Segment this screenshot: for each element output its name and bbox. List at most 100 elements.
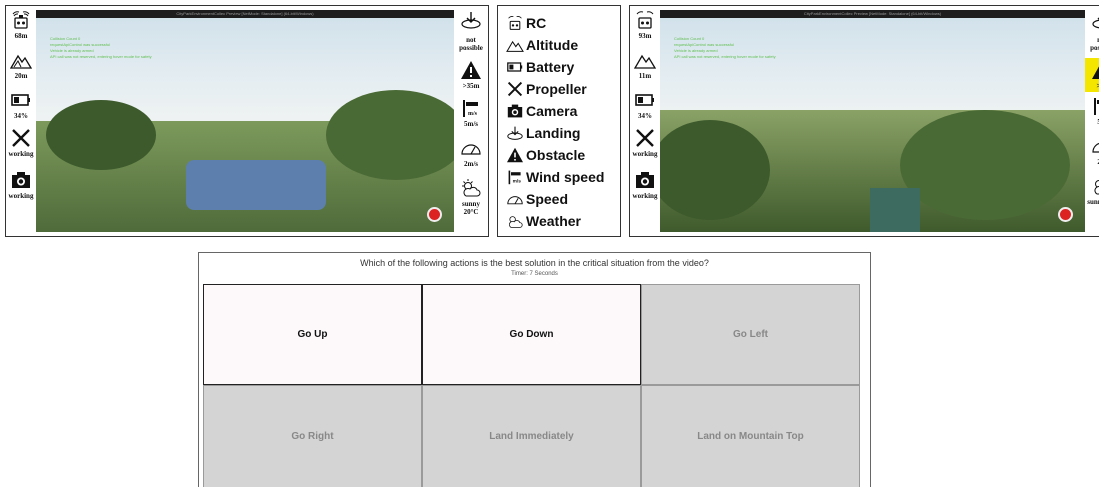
option-go-left-button[interactable]: Go Left [641, 284, 860, 385]
weather-icon [1094, 180, 1099, 195]
propeller-icon [12, 129, 30, 147]
video-window-title: CityParkEnvironmentCollec Preview [NetMo… [660, 10, 1085, 18]
speedometer-icon [461, 144, 481, 155]
camera-icon [12, 172, 30, 188]
hud-right-panel: 93m 11m 34% working working CityParkEnvi… [629, 5, 1099, 237]
log-line: API call was not reserved, entering hove… [50, 54, 152, 59]
legend-item-rc: RC [498, 12, 620, 34]
legend-item-propeller: Propeller [498, 78, 620, 100]
propeller-status-value: working [8, 150, 34, 158]
video-log: Collision Count 0 requestApiControl was … [50, 36, 152, 60]
legend-item-camera: Camera [498, 100, 620, 122]
weather-value: sunny 20° [1087, 198, 1099, 206]
rc-distance-value: 93m [638, 32, 652, 40]
camera-status-value: working [8, 192, 34, 200]
altitude-mountain-icon [634, 54, 656, 69]
wind-speed-value: 5m/s [464, 120, 478, 128]
speedometer-icon [507, 196, 523, 205]
legend-item-wind-speed: m/s Wind speed [498, 166, 620, 188]
obstacle-warning-highlight: >35 [1085, 58, 1099, 92]
option-go-down-button[interactable]: Go Down [422, 284, 641, 385]
obstacle-warning-icon [461, 61, 481, 79]
legend-label: RC [526, 15, 547, 31]
rc-controller-icon [636, 11, 654, 29]
right-status-column: not possible >35 5m 2m sunny 20° [1085, 6, 1099, 236]
landing-icon [507, 126, 523, 140]
quiz-timer: Timer: 7 Seconds [511, 271, 558, 277]
legend-item-battery: Battery [498, 56, 620, 78]
wind-speed-icon: m/s [508, 170, 522, 185]
landing-status-value: not possible [459, 36, 483, 52]
battery-icon [507, 62, 523, 72]
obstacle-distance-value: >35 [1085, 82, 1099, 90]
rc-distance-value: 68m [14, 32, 28, 40]
weather-value: sunny 20°C [462, 200, 480, 216]
landing-icon [461, 12, 481, 29]
legend-label: Battery [526, 59, 575, 75]
left-status-column: 93m 11m 34% working working [630, 6, 660, 236]
video-log: Collision Count 0 requestApiControl was … [674, 36, 776, 60]
legend-item-weather: Weather [498, 210, 620, 232]
landing-icon [1092, 17, 1099, 29]
legend-label: Wind speed [526, 169, 605, 185]
altitude-value: 11m [638, 72, 652, 80]
legend-label: Weather [526, 213, 581, 229]
drone-video-feed-left: CityParkEnvironmentCollec Preview [NetMo… [36, 10, 454, 232]
drone-video-feed-right: CityParkEnvironmentCollec Preview [NetMo… [660, 10, 1085, 232]
legend-label: Propeller [526, 81, 587, 97]
obstacle-warning-icon [507, 147, 523, 163]
propeller-icon [636, 129, 654, 147]
svg-text:m/s: m/s [468, 111, 478, 117]
option-land-immediately-button[interactable]: Land Immediately [422, 385, 641, 487]
rc-controller-icon [508, 16, 522, 30]
quiz-question: Which of the following actions is the be… [360, 258, 709, 268]
legend-item-speed: Speed [498, 188, 620, 210]
video-playground [186, 160, 326, 210]
legend-label: Camera [526, 103, 578, 119]
video-tree [46, 100, 156, 170]
record-button[interactable] [1058, 207, 1073, 222]
propeller-status-value: working [632, 150, 658, 158]
legend-item-obstacle: Obstacle [498, 144, 620, 166]
option-land-on-mountain-top-button[interactable]: Land on Mountain Top [641, 385, 860, 487]
video-building [870, 188, 920, 232]
battery-value: 34% [14, 112, 28, 120]
left-status-column: 68m 20m 34% working working [6, 6, 36, 236]
legend-item-landing: Landing [498, 122, 620, 144]
weather-icon [509, 216, 523, 228]
wind-speed-icon: m/s [463, 100, 478, 117]
obstacle-warning-icon [1092, 66, 1099, 79]
camera-icon [507, 104, 523, 118]
legend-item-altitude: Altitude [498, 34, 620, 56]
altitude-mountain-icon [506, 40, 524, 52]
hud-left-panel: 68m 20m 34% working working CityParkEnvi… [5, 5, 489, 237]
legend-label: Speed [526, 191, 569, 207]
right-status-column: not possible >35m m/s 5m/s 2m/s sunny 20… [454, 6, 488, 236]
speedometer-icon [1092, 142, 1099, 153]
weather-icon [462, 179, 481, 197]
wind-speed-icon [1094, 98, 1099, 115]
obstacle-distance-value: >35m [462, 82, 480, 90]
svg-text:m/s: m/s [513, 179, 522, 185]
option-go-right-button[interactable]: Go Right [203, 385, 422, 487]
altitude-mountain-icon [10, 54, 32, 69]
decision-quiz-panel: Which of the following actions is the be… [198, 252, 871, 487]
propeller-icon [507, 81, 523, 97]
camera-status-value: working [632, 192, 658, 200]
record-button[interactable] [427, 207, 442, 222]
battery-icon [11, 94, 30, 106]
rc-controller-icon [12, 11, 30, 29]
battery-value: 34% [638, 112, 652, 120]
video-tree [900, 110, 1070, 220]
battery-icon [635, 94, 654, 106]
speed-value: 2m/s [464, 160, 478, 168]
video-window-title: CityParkEnvironmentCollec Preview [NetMo… [36, 10, 454, 18]
landing-status-value: not possible [1090, 36, 1099, 52]
camera-icon [636, 172, 654, 188]
log-line: API call was not reserved, entering hove… [674, 54, 776, 59]
legend-label: Altitude [526, 37, 579, 53]
video-tree [326, 90, 454, 180]
altitude-value: 20m [14, 72, 28, 80]
option-go-up-button[interactable]: Go Up [203, 284, 422, 385]
legend-label: Landing [526, 125, 581, 141]
